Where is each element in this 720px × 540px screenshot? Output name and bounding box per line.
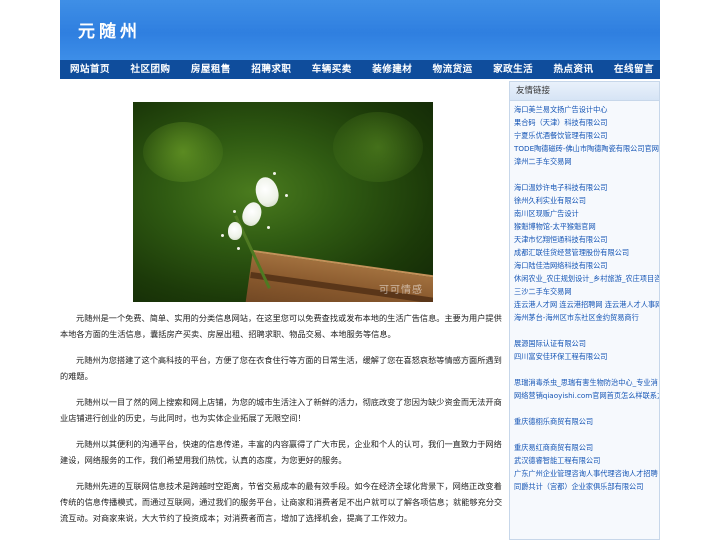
friend-link[interactable]: 海口陆佳浩网络科技有限公司 [514, 259, 659, 272]
friend-links-title: 友情链接 [510, 82, 659, 101]
article-paragraph: 元随州以其便利的沟通平台，快速的信息传递，丰富的内容赢得了广大市民，企业和个人的… [60, 439, 502, 465]
friend-links-gap [514, 402, 659, 415]
nav-item-jobs[interactable]: 招聘求职 [251, 60, 291, 79]
nav-item-logistics[interactable]: 物流货运 [433, 60, 473, 79]
friend-link[interactable]: 天津市忆翔恒通科技有限公司 [514, 233, 659, 246]
friend-link[interactable]: TODE陶德磁砖-佛山市陶德陶瓷有限公司官网 [514, 142, 659, 155]
main-nav: 网站首页 社区团购 房屋租售 招聘求职 车辆买卖 装修建材 物流货运 家政生活 … [60, 60, 660, 79]
friend-link[interactable]: 连云港人才网 连云港招聘网 连云港人才人事网 [514, 298, 659, 311]
friend-link[interactable]: 漳州二手车交易网 [514, 155, 659, 168]
friend-link[interactable]: 武汉德睿智能工程有限公司 [514, 454, 659, 467]
friend-link[interactable]: 三沙二手车交易网 [514, 285, 659, 298]
photo-dot [267, 226, 270, 229]
friend-link[interactable]: 成都汇联佳货经营管理股份有限公司 [514, 246, 659, 259]
photo-dot [221, 234, 224, 237]
article-paragraph: 元随州以一目了然的网上搜索和网上店铺，为您的城市生活注入了新鲜的活力，彻底改变了… [60, 397, 502, 423]
nav-item-decoration[interactable]: 装修建材 [372, 60, 412, 79]
page: 元随州 网站首页 社区团购 房屋租售 招聘求职 车辆买卖 装修建材 物流货运 家… [0, 0, 720, 540]
site-header: 元随州 [60, 0, 660, 60]
friend-links-gap [514, 168, 659, 181]
friend-link[interactable]: 重庆易红商商贸有限公司 [514, 441, 659, 454]
friend-link[interactable]: 思瑞消毒杀虫_思瑞有害生物防治中心_专业消 [514, 376, 659, 389]
friend-link[interactable]: 重庆德栩乐商贸有限公司 [514, 415, 659, 428]
photo-dot [237, 247, 240, 250]
nav-item-vehicles[interactable]: 车辆买卖 [312, 60, 352, 79]
friend-link[interactable]: 四川富安佳环保工程有限公司 [514, 350, 659, 363]
nav-item-group-buy[interactable]: 社区团购 [130, 60, 170, 79]
friend-links-panel: 友情链接 海口美兰易文扬广告设计中心 果合码（天津）科技有限公司 宁夏乐优酒餐饮管理… [509, 81, 660, 540]
nav-item-housekeeping[interactable]: 家政生活 [493, 60, 533, 79]
photo-watermark: 可可情感 [379, 285, 423, 296]
friend-link[interactable]: 海口美兰易文扬广告设计中心 [514, 103, 659, 116]
nav-item-housing[interactable]: 房屋租售 [191, 60, 231, 79]
photo-dot [233, 210, 236, 213]
site-logo[interactable]: 元随州 [78, 17, 141, 42]
photo-flower [228, 222, 242, 240]
friend-link[interactable]: 宁夏乐优酒餐饮管理有限公司 [514, 129, 659, 142]
article-paragraph: 元随州是一个免费、简单、实用的分类信息网站，在这里您可以免费查找或发布本地的生活… [60, 313, 502, 339]
friend-link[interactable]: 海口温妙许电子科技有限公司 [514, 181, 659, 194]
friend-links-gap [514, 324, 659, 337]
friend-link[interactable]: 网络营销qiaoyishi.com官网首页怎么样联系方式 [514, 389, 659, 402]
friend-links-gap [514, 428, 659, 441]
friend-links-gap [514, 363, 659, 376]
friend-links-list: 海口美兰易文扬广告设计中心 果合码（天津）科技有限公司 宁夏乐优酒餐饮管理有限公司 T… [510, 101, 659, 493]
photo-dot [285, 194, 288, 197]
photo-bokeh [333, 112, 423, 182]
friend-link[interactable]: 南川区现贩广告设计 [514, 207, 659, 220]
friend-link[interactable]: 果合码（天津）科技有限公司 [514, 116, 659, 129]
friend-link[interactable]: 同爵共计（宫都）企业家俱乐部有限公司 [514, 480, 659, 493]
friend-link[interactable]: 猴魁博物馆-太平猴魁官网 [514, 220, 659, 233]
friend-link[interactable]: 徐州久利实业有限公司 [514, 194, 659, 207]
nav-item-message[interactable]: 在线留言 [614, 60, 654, 79]
nav-item-news[interactable]: 热点资讯 [554, 60, 594, 79]
nav-item-home[interactable]: 网站首页 [70, 60, 110, 79]
article-paragraph: 元随州为您搭建了这个高科技的平台，方便了您在衣食住行等方面的日常生活，缓解了您在… [60, 355, 502, 381]
article-paragraph: 元随州先进的互联网信息技术是跨越时空距离，节省交易成本的最有效手段。如今在经济全… [60, 481, 503, 523]
friend-link[interactable]: 广东广州企业管理咨询人事代理咨询人才招聘 [514, 467, 659, 480]
friend-link[interactable]: 展源国际认证有限公司 [514, 337, 659, 350]
friend-link[interactable]: 海州茅台-海州区市东社区金约贸易商行 [514, 311, 659, 324]
photo-dot [273, 172, 276, 175]
feature-photo: 可可情感 [133, 102, 433, 302]
article: 元随州是一个免费、简单、实用的分类信息网站，在这里您可以免费查找或发布本地的生活… [60, 310, 506, 536]
friend-link[interactable]: 休闲农业_农庄规划设计_乡村旅游_农庄项目咨 [514, 272, 659, 285]
photo-bokeh [143, 122, 223, 182]
